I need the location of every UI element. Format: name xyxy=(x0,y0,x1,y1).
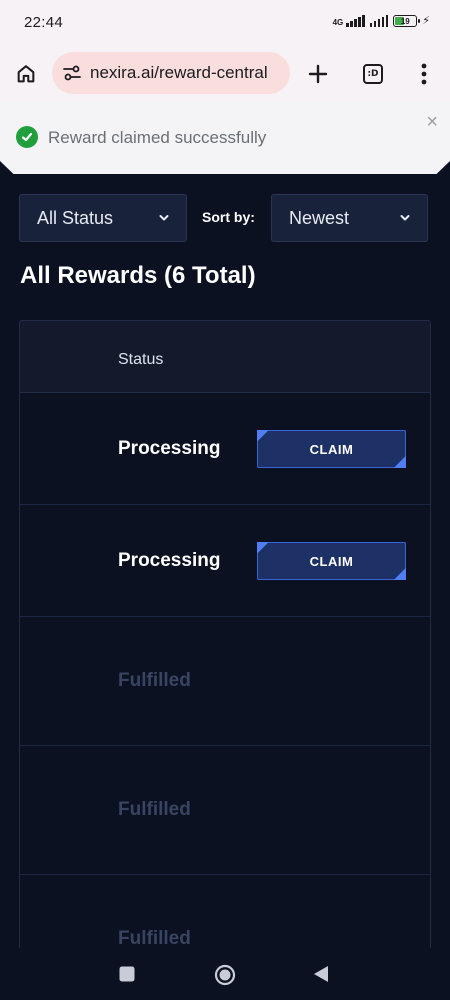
table-row: Fulfilled xyxy=(20,746,430,875)
charging-icon: ⚡ xyxy=(422,15,430,27)
table-row: Fulfilled xyxy=(20,617,430,746)
page-title: All Rewards (6 Total) xyxy=(20,262,256,289)
nav-square-icon xyxy=(119,966,135,982)
back-button[interactable] xyxy=(311,964,331,984)
close-icon[interactable]: × xyxy=(426,112,438,132)
more-vert-icon xyxy=(421,63,427,85)
tab-switcher-button[interactable]: :D xyxy=(357,58,389,90)
check-icon xyxy=(16,126,38,148)
row-status: Fulfilled xyxy=(118,799,191,820)
url-text[interactable]: nexira.ai/reward-central xyxy=(90,63,268,83)
status-bar: 22:44 4G 19 ⚡ xyxy=(0,0,450,46)
plus-icon xyxy=(308,64,328,84)
chevron-down-icon xyxy=(400,215,410,221)
home-button[interactable] xyxy=(10,58,42,90)
status-time: 22:44 xyxy=(24,14,64,31)
row-status: Fulfilled xyxy=(118,928,191,949)
signal-icon-2 xyxy=(369,15,389,27)
status-filter-select[interactable]: All Status xyxy=(19,194,187,242)
column-header-status: Status xyxy=(118,351,164,368)
rewards-table: Status Processing CLAIM Processing CLAIM… xyxy=(19,320,431,960)
toast-message: Reward claimed successfully xyxy=(48,128,267,147)
home-icon xyxy=(17,65,35,83)
nav-circle-icon xyxy=(214,964,236,986)
recents-button[interactable] xyxy=(117,964,137,984)
browser-menu-button[interactable] xyxy=(408,58,440,90)
status-icons: 4G 19 ⚡ xyxy=(333,15,430,27)
row-status: Fulfilled xyxy=(118,670,191,691)
claim-button[interactable]: CLAIM xyxy=(257,542,406,580)
row-status: Processing xyxy=(118,438,221,459)
status-filter-value: All Status xyxy=(37,207,114,228)
tab-switcher-icon: :D xyxy=(363,64,383,84)
table-header: Status xyxy=(20,321,430,393)
sort-select[interactable]: Newest xyxy=(271,194,428,242)
claim-button[interactable]: CLAIM xyxy=(257,430,406,468)
battery-level: 19 xyxy=(400,16,410,26)
battery-icon: 19 xyxy=(393,15,421,27)
success-toast: Reward claimed successfully × xyxy=(0,102,450,174)
sort-by-label: Sort by: xyxy=(202,209,255,225)
home-nav-button[interactable] xyxy=(213,963,237,987)
signal-icon xyxy=(346,15,365,27)
network-label: 4G xyxy=(332,18,344,27)
address-bar[interactable]: nexira.ai/reward-central xyxy=(52,52,290,94)
system-nav-bar xyxy=(0,948,450,1000)
table-row: Processing CLAIM xyxy=(20,393,430,505)
row-status: Processing xyxy=(118,550,221,571)
new-tab-button[interactable] xyxy=(302,58,334,90)
table-row: Processing CLAIM xyxy=(20,505,430,617)
sort-value: Newest xyxy=(289,207,350,228)
browser-toolbar: nexira.ai/reward-central :D xyxy=(0,46,450,102)
chevron-down-icon xyxy=(159,215,169,221)
site-settings-icon[interactable] xyxy=(62,63,82,83)
nav-back-icon xyxy=(314,966,328,982)
